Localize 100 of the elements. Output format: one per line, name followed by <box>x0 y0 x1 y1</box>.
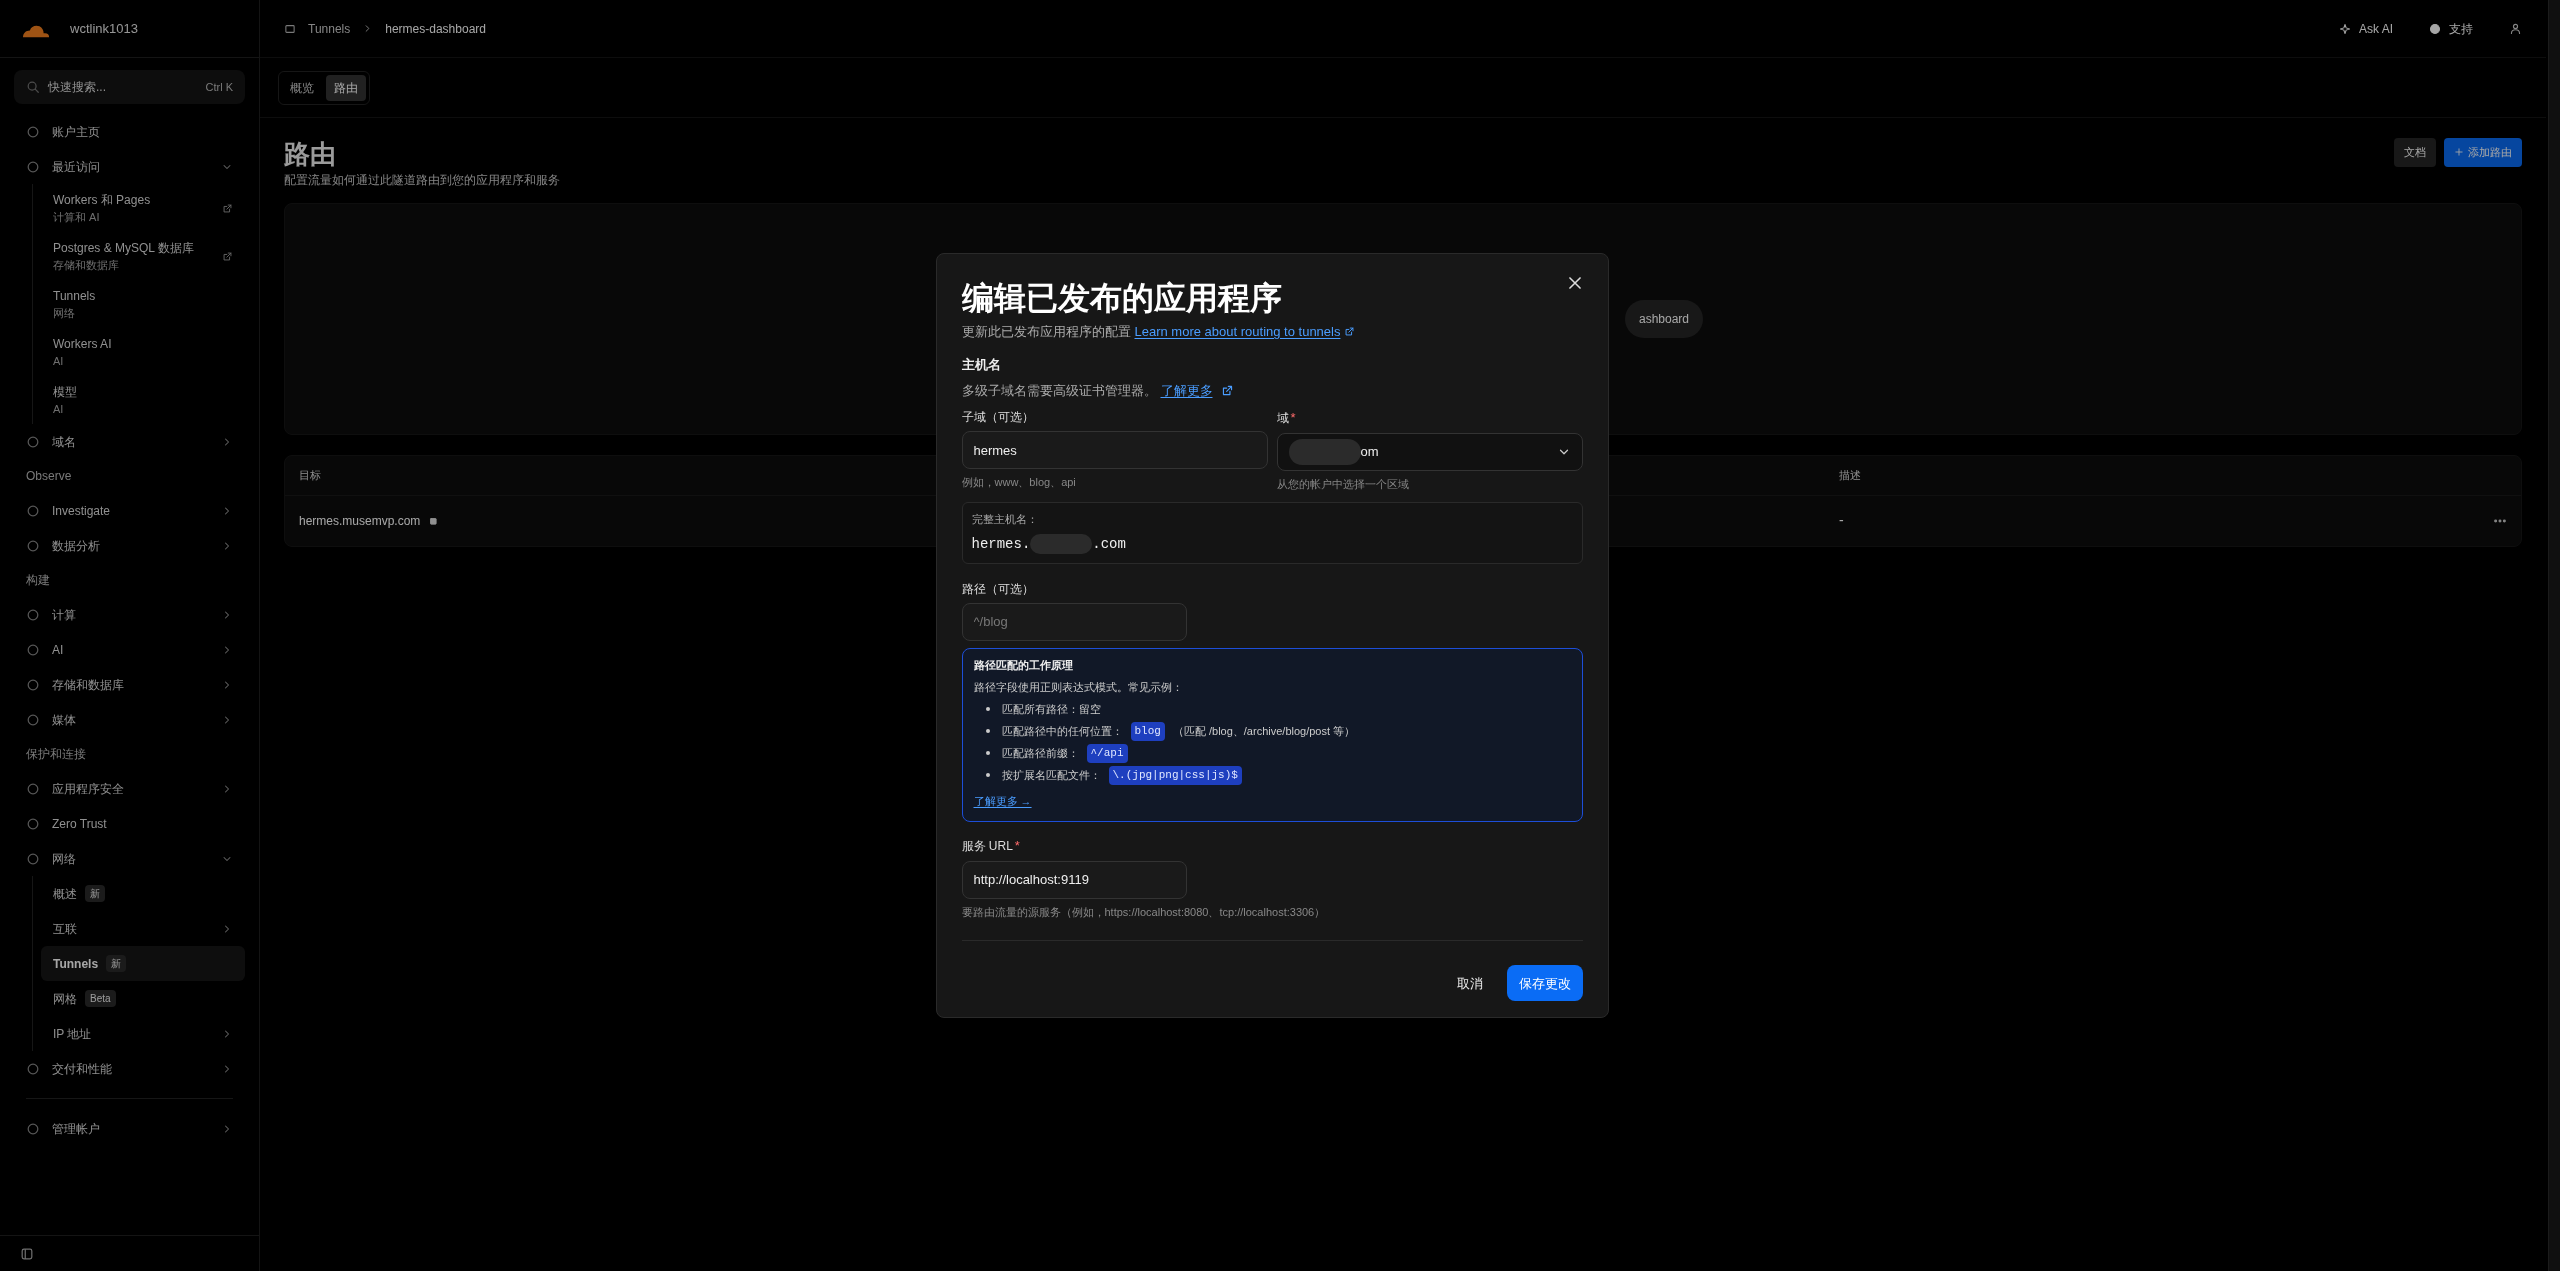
field-label: 服务 URL <box>961 838 1013 855</box>
learn-more-link[interactable]: 了解更多 <box>1160 380 1213 401</box>
badge: Beta <box>85 990 116 1007</box>
sidebar-item[interactable]: 网格 Beta <box>41 981 245 1016</box>
hint-text: 例如，www、blog、api <box>961 475 1077 491</box>
table-cell-text: - <box>1839 511 1845 530</box>
table-cell-text: hermes.musemvp.com <box>299 512 421 530</box>
sidebar-item[interactable]: 网络 <box>14 841 245 876</box>
sidebar-item[interactable]: 域名 <box>14 424 245 459</box>
cancel-button[interactable]: 取消 <box>1448 965 1491 1002</box>
circle-icon <box>26 159 40 174</box>
tab[interactable]: 路由 <box>326 74 366 101</box>
breadcrumb-link[interactable]: Tunnels <box>308 19 351 38</box>
sidebar-item[interactable]: Tunnels 网络 <box>41 280 245 328</box>
search-field[interactable]: 快速搜索... Ctrl K <box>14 70 245 104</box>
sidebar-item[interactable]: 账户主页 <box>14 114 245 149</box>
search-icon <box>26 80 40 94</box>
info-text: 路径字段使用正则表达式模式。常见示例： <box>973 680 1184 696</box>
circle-icon <box>26 503 40 518</box>
info-text: 匹配路径前缀： <box>1001 746 1079 761</box>
required-mark: * <box>1014 837 1020 856</box>
ask-ai-button[interactable]: Ask AI <box>2339 19 2393 38</box>
section-heading: 保护和连接 <box>25 746 87 763</box>
sidebar-item[interactable]: IP 地址 <box>41 1016 245 1051</box>
column-header: 描述 <box>1839 467 1861 483</box>
info-text: 匹配路径中的任何位置： <box>1001 724 1123 739</box>
sidebar-item[interactable]: 数据分析 <box>14 528 245 563</box>
bullet <box>985 773 990 778</box>
section-heading: 主机名 <box>961 356 1002 375</box>
item-subtitle: AI <box>53 401 65 417</box>
learn-more-link[interactable]: 了解更多 → <box>973 792 1032 810</box>
sidebar-item[interactable]: Zero Trust <box>14 806 245 841</box>
circle-icon <box>26 677 40 692</box>
user-icon <box>2509 22 2522 35</box>
field-label: 路径（可选） <box>961 580 1034 598</box>
modal-title: 编辑已发布的应用程序 <box>961 278 1282 318</box>
circle-icon <box>26 124 40 139</box>
shortcut-hint: Ctrl K <box>205 79 233 95</box>
sidebar-item[interactable]: Postgres & MySQL 数据库 存储和数据库 <box>41 232 245 280</box>
required-mark: * <box>1290 409 1296 428</box>
item-subtitle: 存储和数据库 <box>53 257 120 273</box>
section-heading: Observe <box>25 468 73 485</box>
sidebar-item[interactable]: Tunnels 新 <box>41 946 245 981</box>
service-url-field[interactable]: http://localhost:9119 <box>961 860 1187 899</box>
tunnel-icon <box>284 22 296 35</box>
sidebar-item[interactable]: 概述 新 <box>41 876 245 911</box>
info-text: （匹配 /blog、/archive/blog/post 等） <box>1172 724 1356 739</box>
item-subtitle: 网络 <box>53 305 76 321</box>
sidebar-item[interactable]: AI <box>14 632 245 667</box>
sidebar-item[interactable]: 计算 <box>14 597 245 632</box>
path-field[interactable]: ^/blog <box>961 602 1187 641</box>
field-label: 完整主机名： <box>971 512 1039 528</box>
sidebar-item[interactable]: 应用程序安全 <box>14 771 245 806</box>
support-button[interactable]: 支持 <box>2429 19 2473 38</box>
sidebar-toggle-icon <box>20 1246 34 1261</box>
sidebar-item[interactable]: 交付和性能 <box>14 1051 245 1086</box>
code-snippet: ^/api <box>1086 744 1128 763</box>
page-title: 路由 <box>284 138 337 171</box>
page-subtitle: 配置流量如何通过此隧道路由到您的应用程序和服务 <box>284 171 561 189</box>
badge: 新 <box>85 885 105 902</box>
bullet <box>985 751 990 756</box>
sidebar-item[interactable]: 互联 <box>41 911 245 946</box>
save-button[interactable]: 保存更改 <box>1506 965 1583 1002</box>
code-snippet: blog <box>1130 722 1165 741</box>
circle-icon <box>26 434 40 449</box>
hint-text: 从您的帐户中选择一个区域 <box>1276 476 1410 492</box>
docs-link[interactable]: Learn more about routing to tunnels <box>1134 321 1341 342</box>
domain-select[interactable]: om <box>1276 432 1583 471</box>
sidebar-item[interactable]: Workers AI AI <box>41 328 245 376</box>
external-link-icon <box>1344 326 1356 337</box>
sidebar-item[interactable]: 最近访问 <box>14 149 245 184</box>
tab[interactable]: 概览 <box>282 74 322 101</box>
badge: 新 <box>106 955 127 972</box>
circle-icon <box>26 781 40 796</box>
sidebar-item[interactable]: Investigate <box>14 493 245 528</box>
subdomain-field[interactable]: hermes <box>961 431 1268 470</box>
circle-icon <box>26 607 40 622</box>
sidebar-item[interactable]: 存储和数据库 <box>14 667 245 702</box>
field-label: 域 <box>1276 410 1289 427</box>
circle-icon <box>26 851 40 866</box>
add-route-button[interactable]: 添加路由 <box>2444 138 2522 167</box>
bullet <box>985 707 990 712</box>
sidebar-item[interactable]: 管理帐户 <box>14 1111 245 1146</box>
modal-subtitle: 更新此已发布应用程序的配置 <box>961 322 1131 341</box>
docs-button[interactable]: 文档 <box>2394 138 2436 167</box>
circle-icon <box>26 642 40 657</box>
breadcrumb-link[interactable]: hermes-dashboard <box>385 19 486 38</box>
dashboard-pill[interactable]: ashboard <box>1625 299 1704 338</box>
circle-icon <box>26 538 40 553</box>
item-subtitle: 计算和 AI <box>53 209 101 225</box>
info-text: 匹配所有路径：留空 <box>1001 702 1101 717</box>
bullet <box>985 729 990 734</box>
hint-text: 要路由流量的源服务（例如，https://localhost:8080、tcp://localhost:3306） <box>961 904 1327 920</box>
circle-icon <box>26 1121 40 1136</box>
sidebar-item[interactable]: 媒体 <box>14 702 245 737</box>
column-header: 目标 <box>299 467 321 483</box>
account-name: wctlink1013 <box>70 19 138 38</box>
circle-icon <box>26 1061 40 1076</box>
sidebar-item[interactable]: 模型 AI <box>41 376 245 424</box>
sidebar-item[interactable]: Workers 和 Pages 计算和 AI <box>41 184 245 232</box>
